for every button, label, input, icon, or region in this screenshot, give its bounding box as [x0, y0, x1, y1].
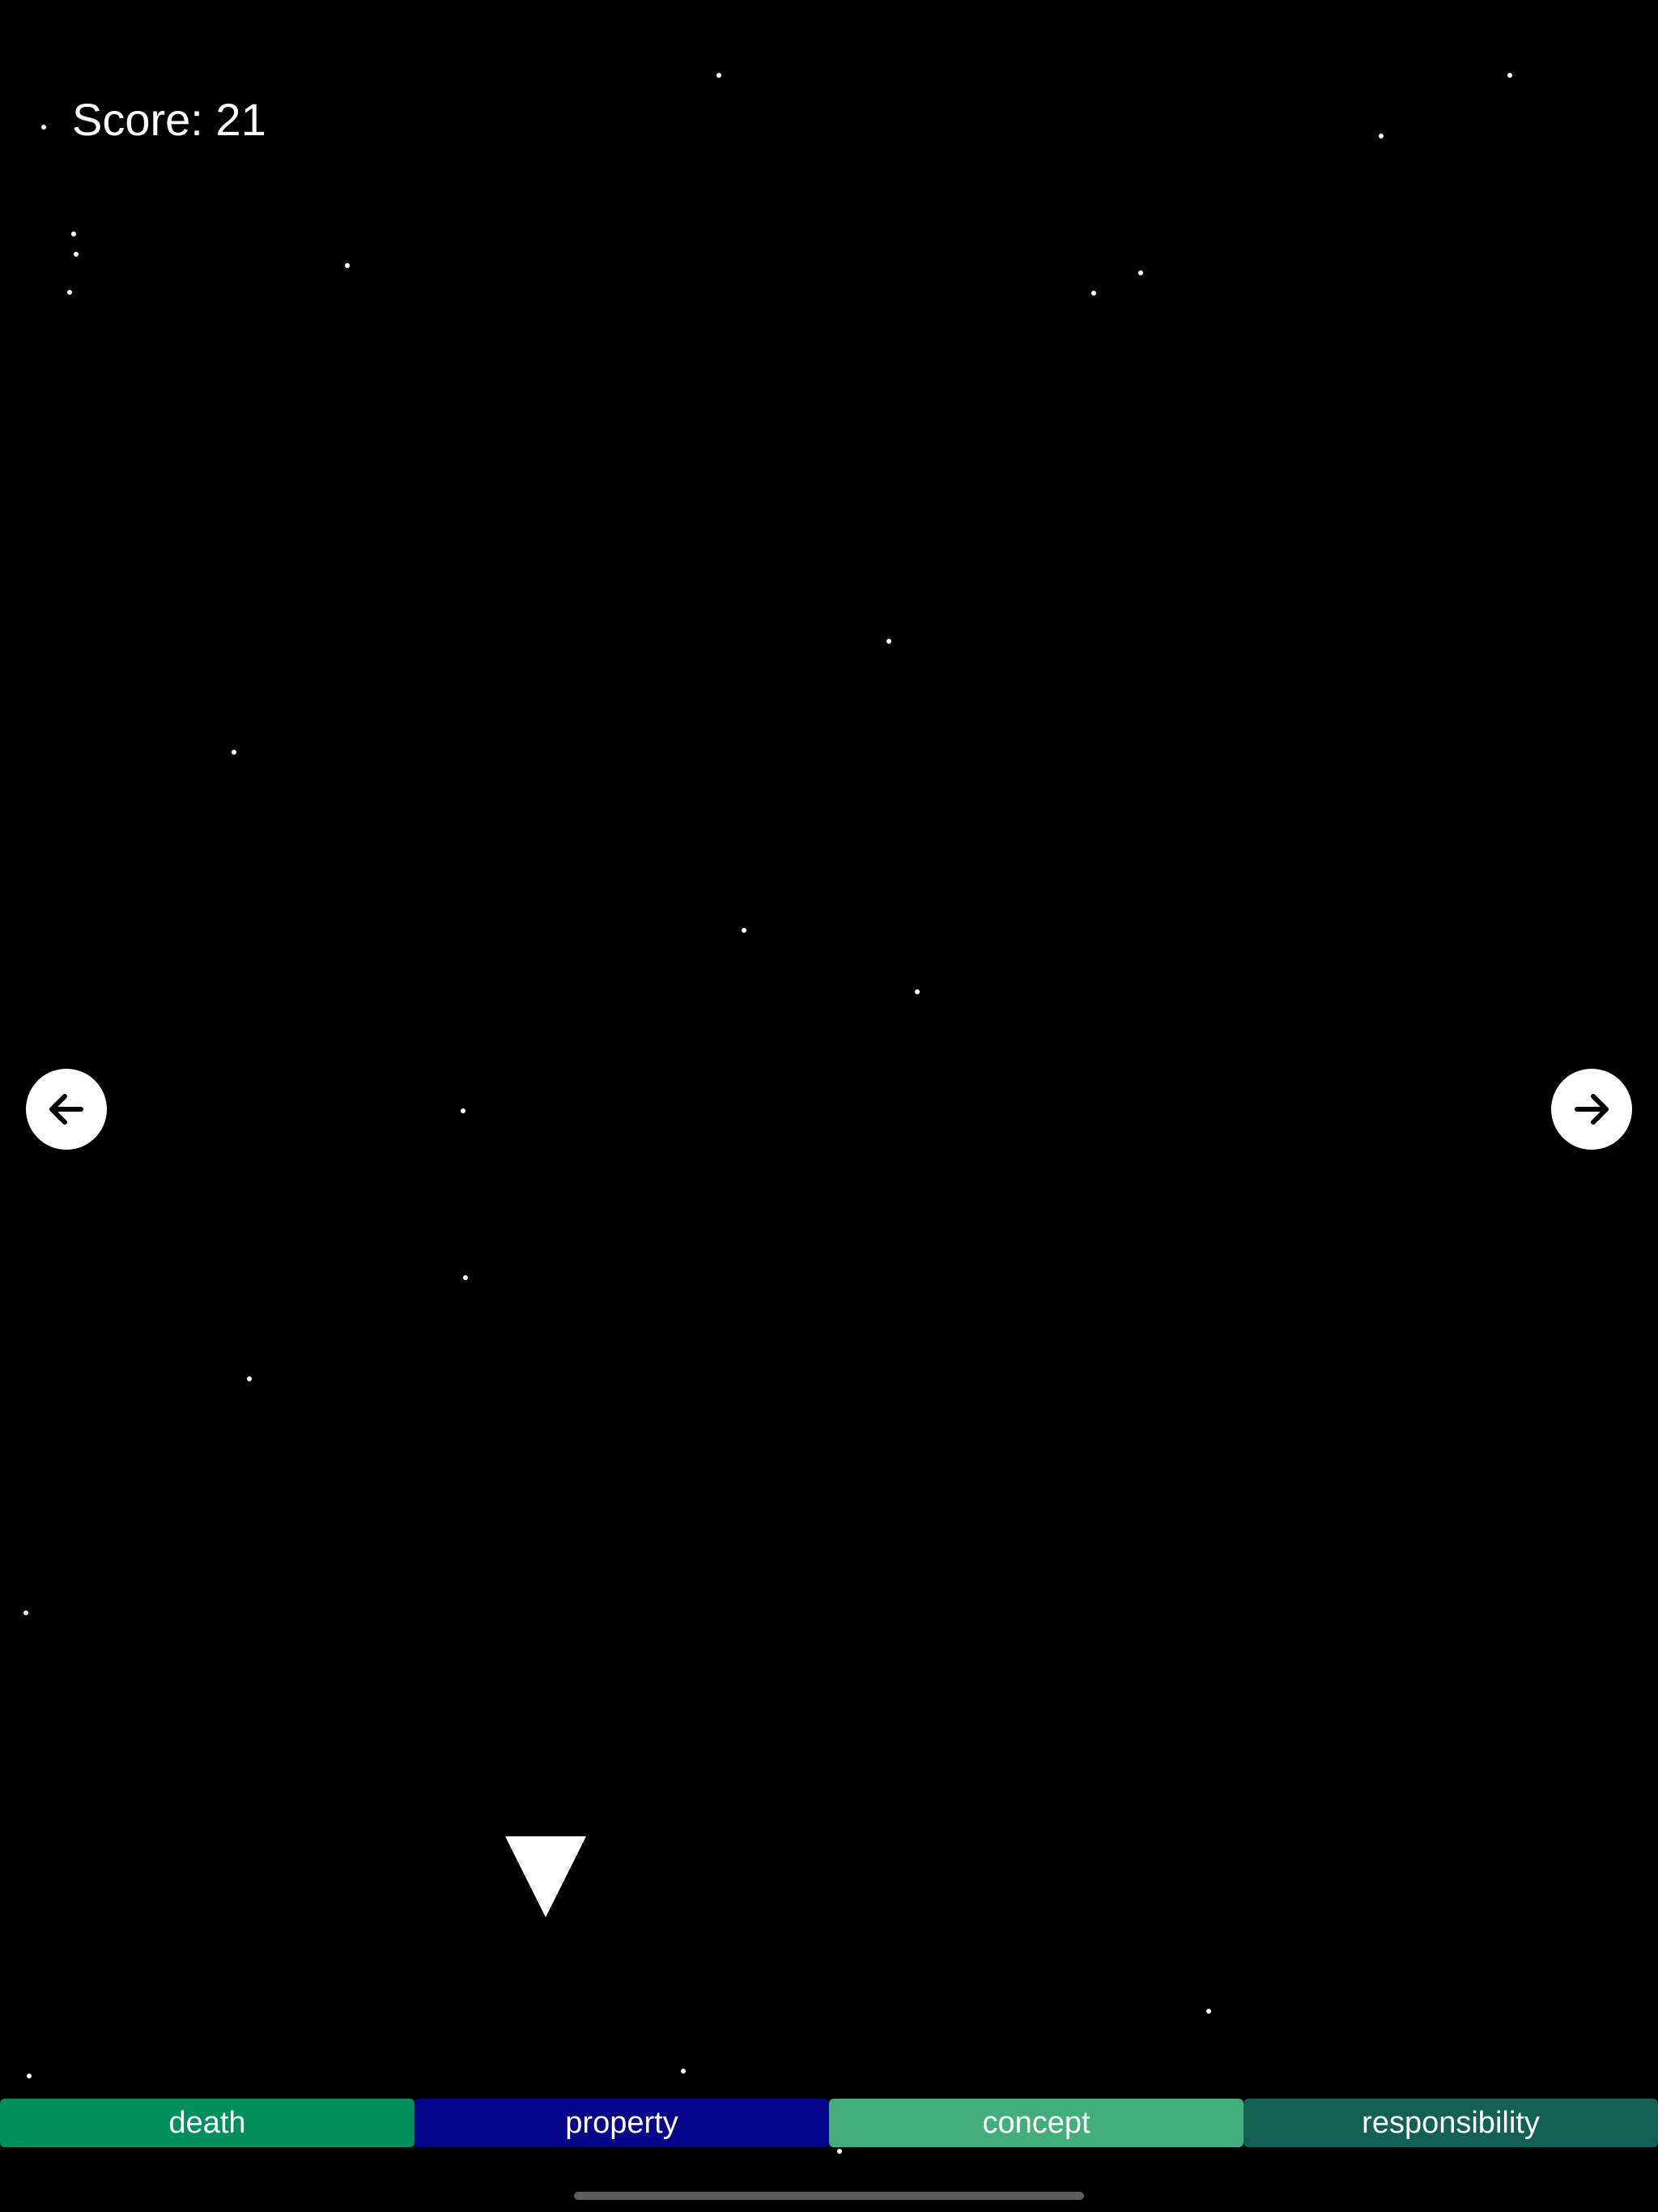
starfield — [0, 0, 1658, 2212]
star — [716, 73, 721, 78]
answer-bar: death property concept responsibility — [0, 2099, 1658, 2147]
star — [27, 2074, 32, 2078]
star — [247, 1376, 252, 1381]
score-value: 21 — [215, 94, 266, 145]
answer-death[interactable]: death — [0, 2099, 414, 2147]
score-display: Score: 21 — [72, 91, 266, 149]
move-left-button[interactable] — [26, 1069, 107, 1150]
star — [67, 290, 72, 295]
star — [74, 252, 79, 257]
star — [1507, 73, 1512, 78]
score-label: Score: — [72, 94, 203, 145]
star — [837, 2149, 842, 2154]
star — [1206, 2009, 1211, 2014]
arrow-left-icon — [49, 1094, 83, 1125]
arrow-right-icon — [1575, 1094, 1609, 1125]
answer-concept[interactable]: concept — [829, 2099, 1244, 2147]
home-indicator[interactable] — [574, 2192, 1084, 2200]
star — [1379, 134, 1384, 138]
star — [41, 125, 46, 130]
triangle-ship-icon — [505, 1836, 586, 1917]
star — [742, 928, 746, 933]
star — [23, 1610, 28, 1615]
star — [345, 263, 350, 268]
game-screen: Score: 21 death property concept respons… — [0, 0, 1658, 2212]
star — [681, 2069, 686, 2074]
star — [461, 1108, 466, 1113]
star — [886, 639, 891, 644]
answer-responsibility[interactable]: responsibility — [1244, 2099, 1658, 2147]
answer-property[interactable]: property — [414, 2099, 829, 2147]
star — [71, 232, 76, 236]
move-right-button[interactable] — [1551, 1069, 1632, 1150]
star — [1091, 291, 1096, 296]
star — [463, 1275, 468, 1280]
star — [915, 989, 920, 994]
star — [232, 750, 236, 755]
star — [1138, 270, 1143, 275]
